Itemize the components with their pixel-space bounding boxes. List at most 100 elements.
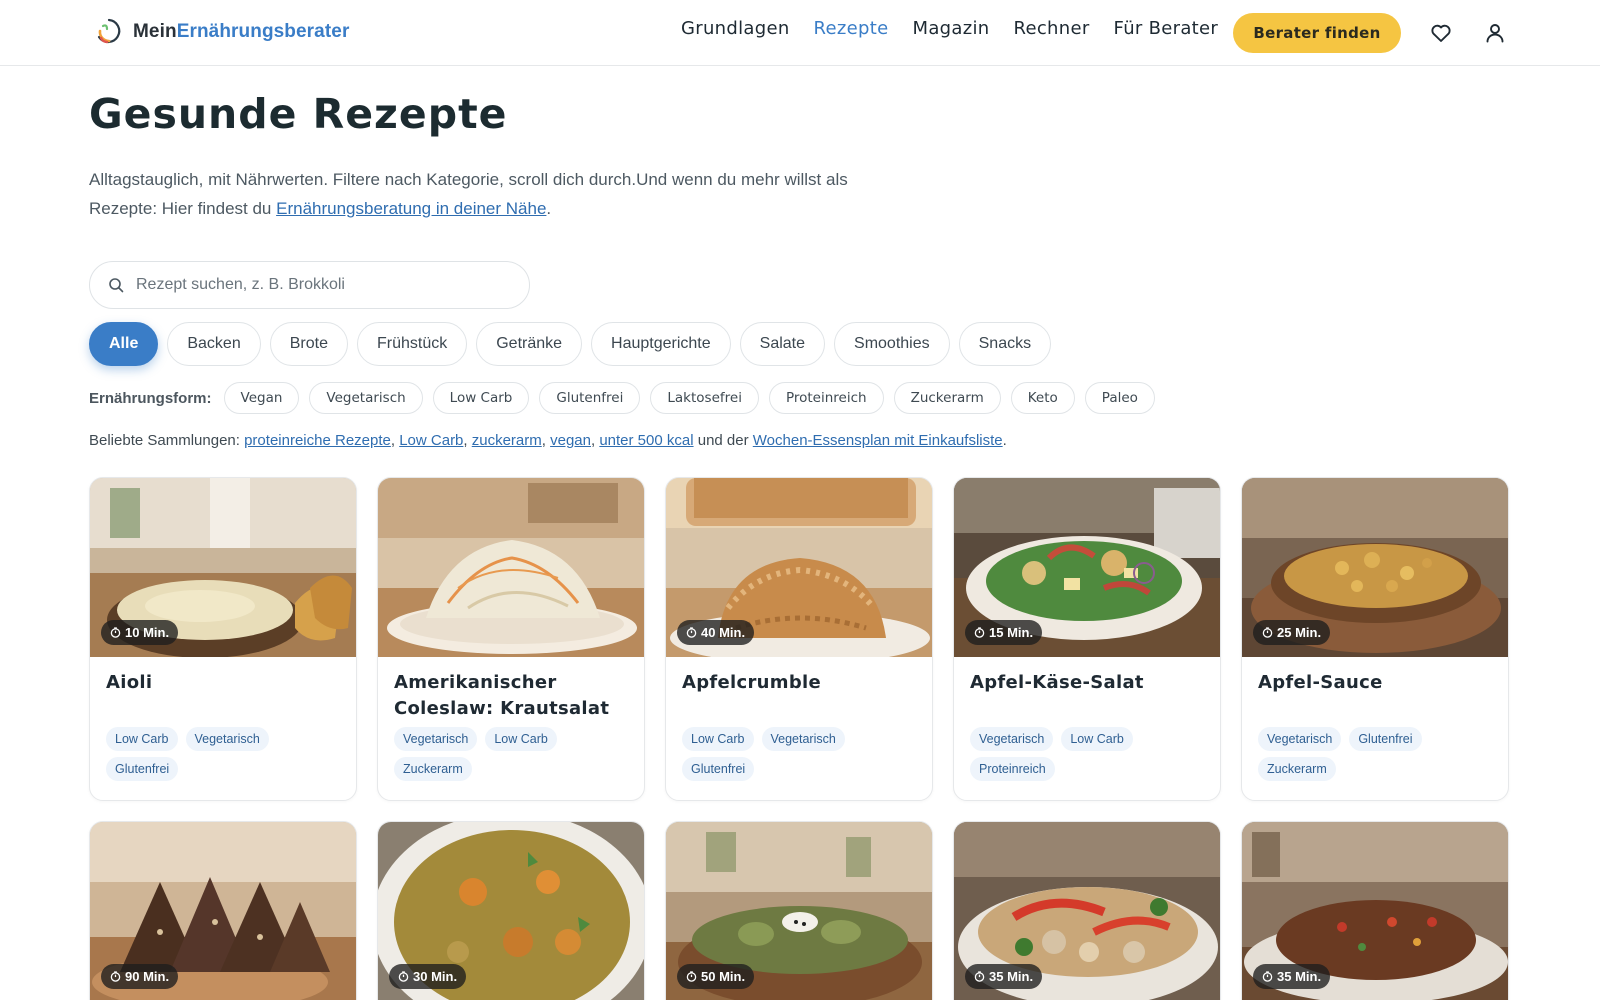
time-badge: 90 Min. [101,964,179,989]
diet-laktosefrei[interactable]: Laktosefrei [650,382,759,414]
category-snacks[interactable]: Snacks [958,322,1052,366]
diet-low-carb[interactable]: Low Carb [432,382,530,414]
tag: Glutenfrei [1349,727,1422,751]
time-label: 35 Min. [1277,969,1322,984]
collection-under-500-link[interactable]: unter 500 kcal [599,432,693,449]
time-label: 10 Min. [125,625,170,640]
category-salate[interactable]: Salate [739,322,826,366]
user-icon[interactable] [1483,21,1507,45]
time-label: 30 Min. [413,969,458,984]
diet-keto[interactable]: Keto [1010,382,1075,414]
time-badge: 40 Min. [677,620,755,645]
page-title: Gesunde Rezepte [89,90,508,138]
recipe-card-stir-fry[interactable]: 35 Min. [953,821,1221,1000]
clock-icon [686,627,697,638]
intro-text: Alltagstauglich, mit Nährwerten. Filtere… [89,165,919,223]
recipe-title[interactable]: Aioli [90,657,356,717]
nav-grundlagen[interactable]: Grundlagen [681,18,790,39]
nav-rezepte[interactable]: Rezepte [814,18,889,39]
time-label: 40 Min. [701,625,746,640]
tag: Low Carb [1061,727,1133,751]
collection-zuckerarm-link[interactable]: zuckerarm [472,432,542,449]
recipe-card-mince[interactable]: 35 Min. [1241,821,1509,1000]
collections-suffix: . [1002,432,1007,449]
popular-collections: Beliebte Sammlungen: proteinreiche Rezep… [89,432,1007,449]
logo-icon [97,18,121,44]
nav-magazin[interactable]: Magazin [912,18,989,39]
category-backen[interactable]: Backen [167,322,261,366]
tag: Proteinreich [970,757,1055,781]
clock-icon [110,971,121,982]
diet-glutenfrei[interactable]: Glutenfrei [539,382,641,414]
diet-vegan[interactable]: Vegan [223,382,300,414]
category-alle[interactable]: Alle [89,322,159,366]
heart-icon[interactable] [1429,21,1453,45]
recipe-card-aioli[interactable]: 10 Min. Aioli Low Carb Vegetarisch Glute… [89,477,357,801]
time-badge: 25 Min. [1253,620,1331,645]
tag: Vegetarisch [761,727,845,751]
diet-zuckerarm[interactable]: Zuckerarm [893,382,1001,414]
time-label: 25 Min. [1277,625,1322,640]
logo[interactable]: MeinErnährungsberater [95,17,349,47]
recipe-image: 30 Min. [378,822,644,1000]
recipe-title[interactable]: Apfel-Sauce [1242,657,1508,717]
diet-proteinreich[interactable]: Proteinreich [768,382,884,414]
diet-label: Ernährungsform: [89,389,212,407]
category-fruehstueck[interactable]: Frühstück [356,322,468,366]
time-label: 50 Min. [701,969,746,984]
time-badge: 10 Min. [101,620,179,645]
tag: Zuckerarm [1258,757,1336,781]
coleslaw-image [378,478,644,657]
recipe-tags: Low Carb Vegetarisch Glutenfrei [106,727,346,781]
tag: Vegetarisch [394,727,478,751]
search-input[interactable] [136,276,496,294]
recipe-card-apfelcrumble[interactable]: 40 Min. Apfelcrumble Low Carb Vegetarisc… [665,477,933,801]
recipe-title[interactable]: Apfelcrumble [666,657,932,717]
category-brote[interactable]: Brote [269,322,348,366]
nav-fuer-berater[interactable]: Für Berater [1114,18,1219,39]
search-icon [109,278,124,293]
time-badge: 30 Min. [389,964,467,989]
main-nav: Grundlagen Rezepte Magazin Rechner Für B… [681,18,1218,39]
recipe-grid: 10 Min. Aioli Low Carb Vegetarisch Glute… [89,477,1511,1000]
recipe-tags: Vegetarisch Glutenfrei Zuckerarm [1258,727,1498,781]
recipe-card-coleslaw[interactable]: Amerikanischer Coleslaw: Krautsalat Vege… [377,477,645,801]
diet-vegetarisch[interactable]: Vegetarisch [309,382,423,414]
search-box[interactable] [89,261,530,309]
recipe-card-curry[interactable]: 30 Min. [377,821,645,1000]
recipe-image: 15 Min. [954,478,1220,657]
collection-low-carb-link[interactable]: Low Carb [399,432,463,449]
clock-icon [974,971,985,982]
diet-paleo[interactable]: Paleo [1084,382,1155,414]
clock-icon [686,971,697,982]
recipe-image: 35 Min. [954,822,1220,1000]
recipe-image [378,478,644,657]
time-badge: 50 Min. [677,964,755,989]
recipe-tags: Vegetarisch Low Carb Zuckerarm [394,727,634,781]
clock-icon [1262,971,1273,982]
site-header: MeinErnährungsberater Grundlagen Rezepte… [0,0,1600,66]
tag: Zuckerarm [394,757,472,781]
collection-proteinreich-link[interactable]: proteinreiche Rezepte [244,432,391,449]
recipe-card-bread[interactable]: 90 Min. [89,821,357,1000]
collection-vegan-link[interactable]: vegan [550,432,591,449]
recipe-card-artichoke[interactable]: 50 Min. [665,821,933,1000]
recipe-title[interactable]: Apfel-Käse-Salat [954,657,1220,717]
berater-finden-button[interactable]: Berater finden [1233,13,1401,53]
intro-end: . [546,199,552,218]
recipe-card-apfel-sauce[interactable]: 25 Min. Apfel-Sauce Vegetarisch Glutenfr… [1241,477,1509,801]
recipe-image: 25 Min. [1242,478,1508,657]
tag: Vegetarisch [970,727,1054,751]
category-smoothies[interactable]: Smoothies [834,322,950,366]
recipe-card-apfel-kaese-salat[interactable]: 15 Min. Apfel-Käse-Salat Vegetarisch Low… [953,477,1221,801]
recipe-tags: Low Carb Vegetarisch Glutenfrei [682,727,922,781]
collections-middle: und der [693,432,753,449]
recipe-title[interactable]: Amerikanischer Coleslaw: Krautsalat [378,657,644,722]
tag: Low Carb [485,727,557,751]
recipe-image: 90 Min. [90,822,356,1000]
nav-rechner[interactable]: Rechner [1013,18,1089,39]
category-getraenke[interactable]: Getränke [476,322,583,366]
meal-plan-link[interactable]: Wochen-Essensplan mit Einkaufsliste [753,432,1003,449]
category-hauptgerichte[interactable]: Hauptgerichte [591,322,731,366]
beratung-link[interactable]: Ernährungsberatung in deiner Nähe [276,199,546,218]
